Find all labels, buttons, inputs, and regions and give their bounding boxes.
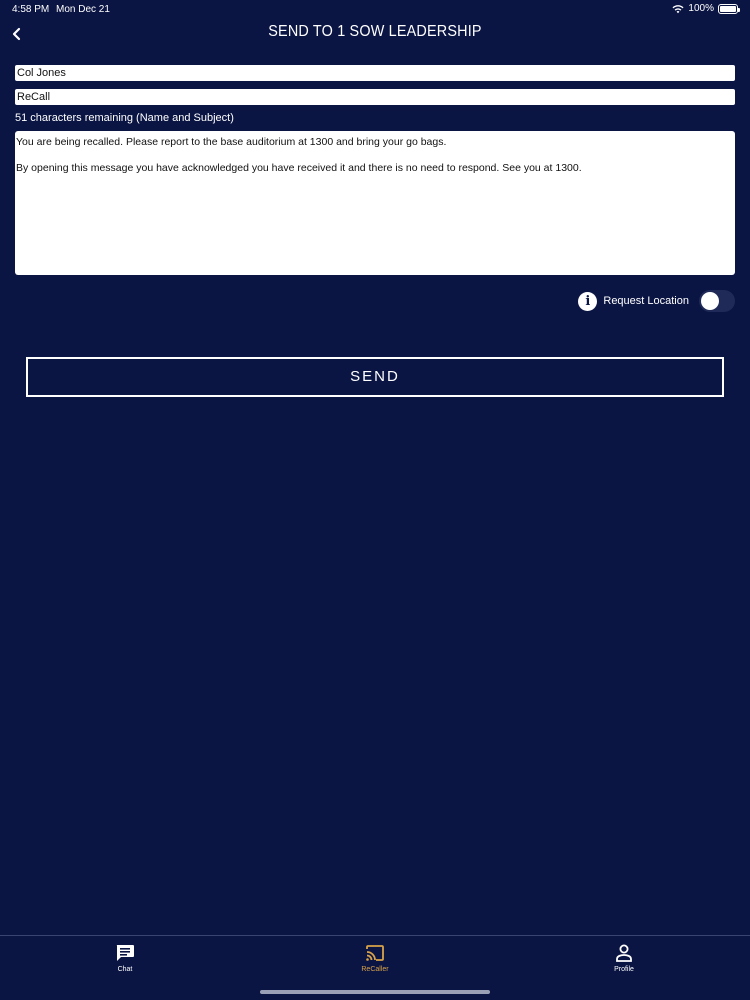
- request-location-row: i Request Location: [578, 290, 735, 312]
- page-title: SEND TO 1 SOW LEADERSHIP: [268, 23, 482, 40]
- request-location-label: Request Location: [603, 295, 689, 307]
- characters-remaining-label: 51 characters remaining (Name and Subjec…: [15, 112, 234, 124]
- send-button[interactable]: SEND: [26, 357, 724, 397]
- status-time: 4:58 PM: [12, 4, 50, 15]
- name-field[interactable]: [15, 65, 735, 81]
- status-date: Mon Dec 21: [56, 4, 110, 15]
- wifi-icon: [672, 4, 684, 13]
- person-icon: [616, 944, 632, 962]
- tab-chat-label: Chat: [117, 966, 133, 973]
- status-bar: 4:58 PM Mon Dec 21 100%: [0, 0, 750, 18]
- chat-icon: [116, 945, 134, 961]
- toggle-knob: [701, 292, 719, 310]
- message-textarea[interactable]: You are being recalled. Please report to…: [15, 131, 735, 275]
- battery-icon: [718, 3, 740, 14]
- status-right: 100%: [672, 3, 740, 14]
- home-indicator: [260, 990, 490, 994]
- tab-profile[interactable]: Profile: [594, 944, 654, 973]
- info-icon[interactable]: i: [578, 291, 598, 311]
- tab-recaller-label: ReCaller: [361, 966, 389, 973]
- tab-chat[interactable]: Chat: [95, 944, 155, 973]
- cast-icon: [366, 945, 384, 961]
- send-recall-screen: 4:58 PM Mon Dec 21 100% SEND TO 1 SOW LE…: [0, 0, 750, 1000]
- subject-field[interactable]: [15, 89, 735, 105]
- tab-profile-label: Profile: [614, 966, 634, 973]
- chevron-left-icon: [12, 27, 21, 41]
- battery-percent: 100%: [688, 3, 714, 14]
- tab-recaller[interactable]: ReCaller: [345, 944, 405, 973]
- battery-fill: [720, 5, 736, 12]
- back-button[interactable]: [8, 24, 26, 44]
- request-location-toggle[interactable]: [699, 290, 735, 312]
